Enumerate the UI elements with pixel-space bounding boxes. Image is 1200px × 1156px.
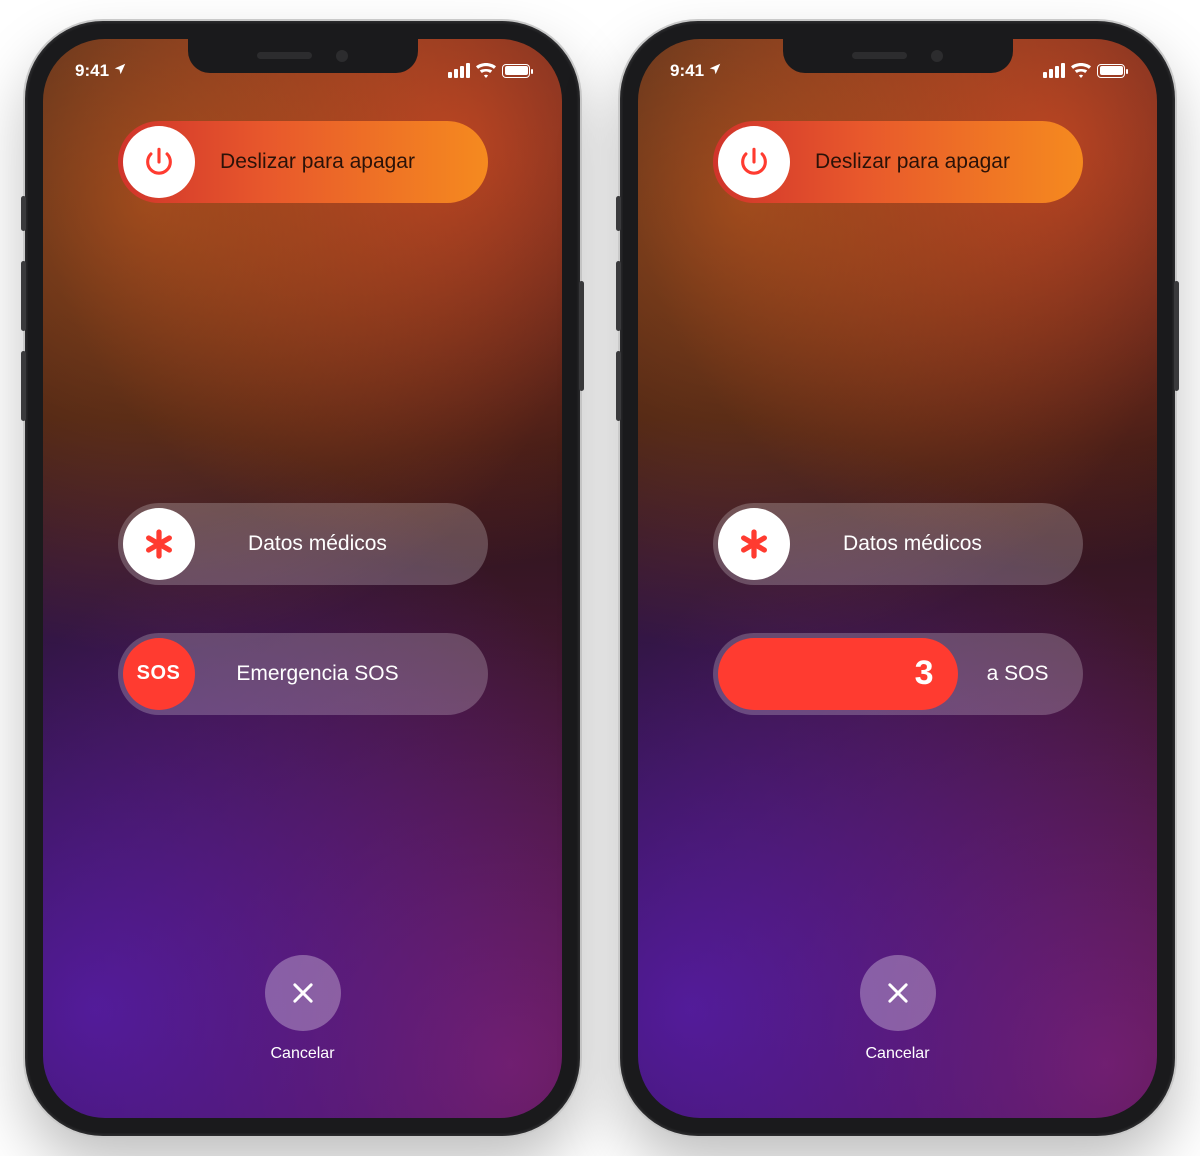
status-time: 9:41	[670, 61, 704, 81]
close-icon	[884, 979, 912, 1007]
emergency-sos-slider[interactable]: SOS Emergencia SOS	[118, 633, 488, 715]
volume-up-button[interactable]	[21, 261, 26, 331]
phone-left: 9:41 Deslizar par	[25, 21, 580, 1136]
power-off-slider[interactable]: Deslizar para apagar	[713, 121, 1083, 203]
power-off-label: Deslizar para apagar	[795, 150, 1083, 174]
side-button[interactable]	[1174, 281, 1179, 391]
medical-id-label: Datos médicos	[795, 532, 1083, 556]
sos-icon: SOS	[137, 662, 181, 685]
power-icon	[142, 145, 176, 179]
volume-up-button[interactable]	[616, 261, 621, 331]
cancel-button[interactable]	[265, 955, 341, 1031]
battery-icon	[502, 64, 530, 78]
wifi-icon	[476, 63, 496, 78]
phone-right: 9:41 Deslizar para apaga	[620, 21, 1175, 1136]
power-off-knob[interactable]	[718, 126, 790, 198]
emergency-sos-knob[interactable]: SOS	[123, 638, 195, 710]
mute-switch[interactable]	[21, 196, 26, 231]
mute-switch[interactable]	[616, 196, 621, 231]
status-time: 9:41	[75, 61, 109, 81]
location-icon	[113, 61, 127, 81]
sos-countdown-number: 3	[915, 654, 934, 693]
power-off-label: Deslizar para apagar	[200, 150, 488, 174]
asterisk-icon	[736, 526, 772, 562]
medical-id-slider[interactable]: Datos médicos	[713, 503, 1083, 585]
asterisk-icon	[141, 526, 177, 562]
close-icon	[289, 979, 317, 1007]
notch	[783, 39, 1013, 73]
side-button[interactable]	[579, 281, 584, 391]
power-off-knob[interactable]	[123, 126, 195, 198]
medical-id-slider[interactable]: Datos médicos	[118, 503, 488, 585]
location-icon	[708, 61, 722, 81]
power-icon	[737, 145, 771, 179]
screen: 9:41 Deslizar para apaga	[638, 39, 1157, 1118]
cancel-button[interactable]	[860, 955, 936, 1031]
wifi-icon	[1071, 63, 1091, 78]
volume-down-button[interactable]	[21, 351, 26, 421]
emergency-sos-slider-countdown[interactable]: a SOS 3	[713, 633, 1083, 715]
cellular-signal-icon	[448, 63, 470, 78]
cellular-signal-icon	[1043, 63, 1065, 78]
cancel-label: Cancelar	[865, 1045, 929, 1063]
emergency-sos-trail-label: a SOS	[987, 633, 1049, 715]
notch	[188, 39, 418, 73]
battery-icon	[1097, 64, 1125, 78]
medical-id-knob[interactable]	[123, 508, 195, 580]
cancel-label: Cancelar	[270, 1045, 334, 1063]
emergency-sos-countdown-fill[interactable]: 3	[718, 638, 958, 710]
screen: 9:41 Deslizar par	[43, 39, 562, 1118]
emergency-sos-label: Emergencia SOS	[200, 662, 488, 686]
power-off-slider[interactable]: Deslizar para apagar	[118, 121, 488, 203]
medical-id-knob[interactable]	[718, 508, 790, 580]
volume-down-button[interactable]	[616, 351, 621, 421]
medical-id-label: Datos médicos	[200, 532, 488, 556]
